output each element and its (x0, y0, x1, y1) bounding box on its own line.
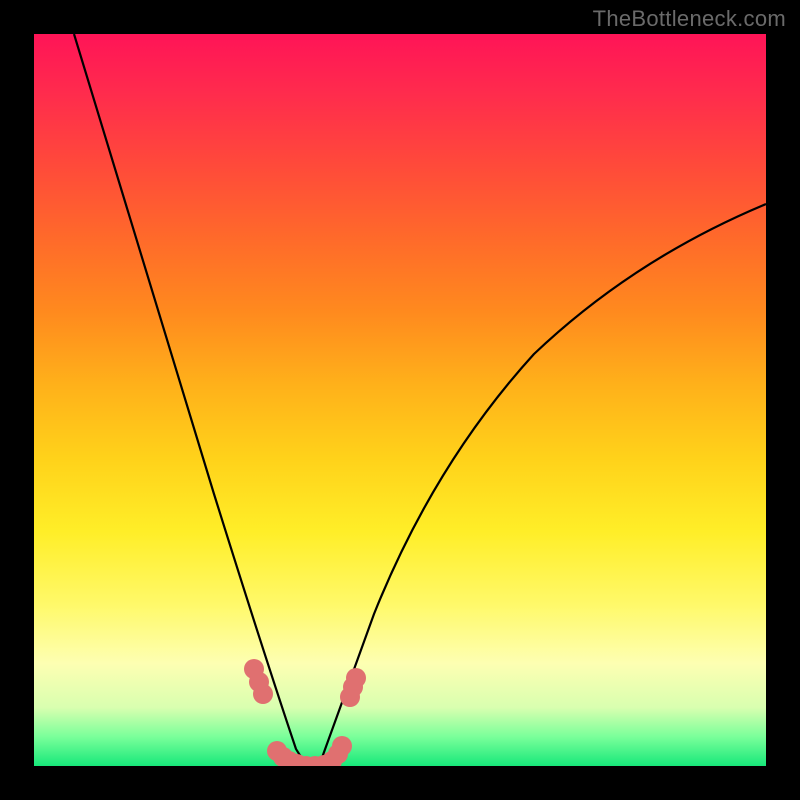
plot-area (34, 34, 766, 766)
chart-frame: TheBottleneck.com (0, 0, 800, 800)
curve-left (74, 34, 314, 766)
highlight-dots (244, 659, 366, 766)
attribution-text: TheBottleneck.com (593, 6, 786, 32)
curves-layer (34, 34, 766, 766)
curve-right (319, 204, 766, 766)
